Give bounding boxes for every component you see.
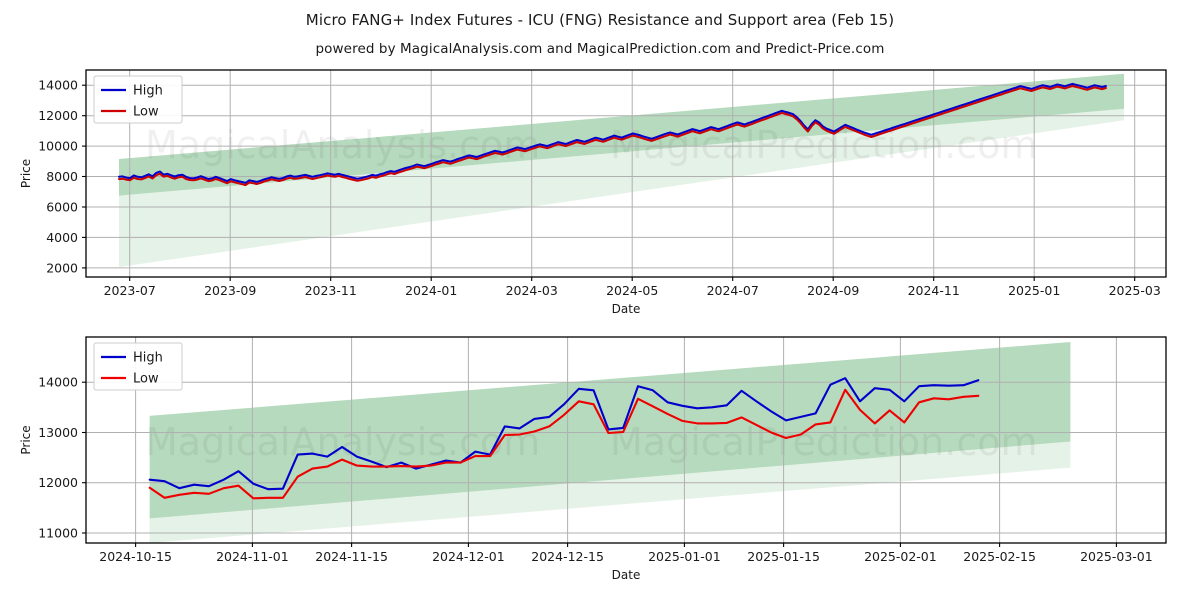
x-tick-label: 2024-12-01	[432, 549, 505, 564]
x-tick-label: 2023-07	[104, 283, 156, 298]
legend[interactable]: High Low	[93, 75, 183, 124]
y-tick-label: 10000	[38, 139, 78, 154]
x-tick-label: 2024-01	[405, 283, 457, 298]
y-tick-label: 8000	[46, 169, 78, 184]
y-tick-label: 6000	[46, 200, 78, 215]
y-tick-label: 11000	[38, 526, 78, 541]
x-axis-label: Date	[612, 568, 641, 582]
x-tick-label: 2024-05	[606, 283, 658, 298]
x-tick-label: 2024-07	[707, 283, 759, 298]
charts-svg: MagicalAnalysis.com MagicalPrediction.com…	[19, 69, 1167, 582]
legend-label-high: High	[133, 351, 163, 366]
x-axis-label: Date	[612, 302, 641, 316]
y-axis-label: Price	[19, 425, 33, 454]
y-axis-label: Price	[19, 159, 33, 188]
x-tick-label: 2024-11	[908, 283, 960, 298]
y-tick-label: 4000	[46, 230, 78, 245]
y-tick-label: 12000	[38, 475, 78, 490]
x-tick-label: 2024-11-15	[315, 549, 388, 564]
x-tick-label: 2025-01-01	[648, 549, 721, 564]
legend-label-high: High	[133, 84, 163, 99]
x-tick-label: 2025-02-15	[963, 549, 1036, 564]
y-tick-label: 13000	[38, 425, 78, 440]
watermark-left: MagicalAnalysis.com	[145, 420, 540, 464]
y-tick-label: 14000	[38, 375, 78, 390]
x-tick-label: 2025-01	[1008, 283, 1060, 298]
legend-label-low: Low	[133, 105, 159, 120]
x-tick-label: 2024-03	[506, 283, 558, 298]
lower-chart: MagicalAnalysis.com MagicalPrediction.com…	[19, 336, 1167, 582]
x-tick-label: 2025-02-01	[864, 549, 937, 564]
upper-chart: MagicalAnalysis.com MagicalPrediction.com…	[19, 69, 1167, 316]
y-tick-label: 12000	[38, 108, 78, 123]
x-tick-label: 2023-11	[305, 283, 357, 298]
watermark-right: MagicalPrediction.com	[610, 420, 1038, 464]
x-tick-label: 2024-09	[807, 283, 859, 298]
x-tick-label: 2025-03-01	[1080, 549, 1153, 564]
legend[interactable]: High Low	[93, 342, 183, 391]
watermark-left: MagicalAnalysis.com	[145, 123, 540, 167]
legend-label-low: Low	[133, 372, 159, 387]
x-tick-label: 2024-11-01	[216, 549, 289, 564]
y-tick-label: 2000	[46, 260, 78, 275]
x-tick-label: 2024-10-15	[99, 549, 172, 564]
x-tick-label: 2025-03	[1109, 283, 1161, 298]
x-tick-label: 2024-12-15	[531, 549, 604, 564]
chart-page: Micro FANG+ Index Futures - ICU (FNG) Re…	[0, 0, 1200, 600]
x-tick-label: 2023-09	[204, 283, 256, 298]
y-tick-label: 14000	[38, 78, 78, 93]
x-tick-label: 2025-01-15	[747, 549, 820, 564]
